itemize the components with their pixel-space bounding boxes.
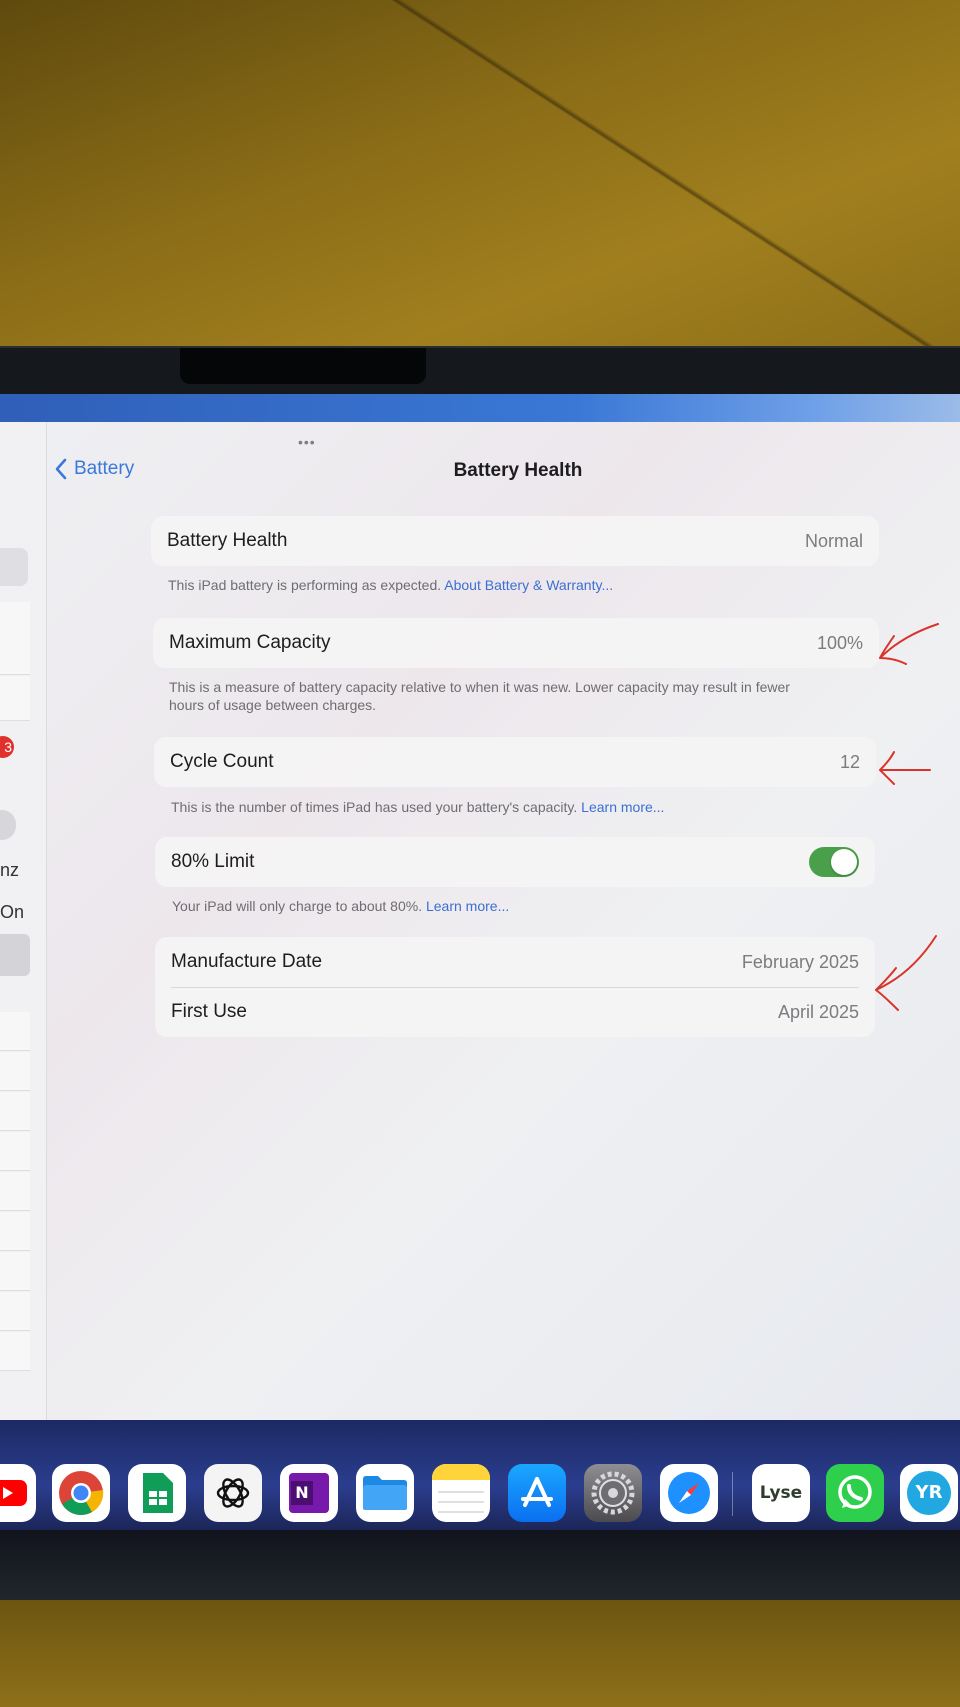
chatgpt-app-icon[interactable] — [204, 1464, 262, 1522]
onenote-icon: N — [289, 1473, 329, 1513]
battery-health-footer: This iPad battery is performing as expec… — [168, 576, 613, 594]
lyse-app-icon[interactable]: Lyse — [752, 1464, 810, 1522]
yr-logo: YR — [907, 1471, 951, 1515]
chatgpt-icon — [216, 1478, 250, 1508]
first-use-row: First Use April 2025 — [155, 987, 875, 1037]
sidebar-item-battery-selected[interactable] — [0, 934, 30, 976]
maximum-capacity-footer: This is a measure of battery capacity re… — [169, 678, 869, 714]
background-cushion-bottom — [0, 1600, 960, 1707]
sidebar-item[interactable] — [0, 1012, 30, 1051]
settings-screen: 3 nz On ••• Battery Battery Health Batte… — [0, 422, 960, 1420]
back-button-label: Battery — [74, 458, 135, 479]
back-button[interactable]: Battery — [54, 458, 134, 480]
whatsapp-app-icon[interactable] — [826, 1464, 884, 1522]
safari-app-icon[interactable] — [660, 1464, 718, 1522]
page-title: Battery Health — [453, 460, 583, 481]
yr-app-icon[interactable]: YR — [900, 1464, 958, 1522]
youtube-icon — [0, 1480, 27, 1506]
manufacture-date-value: February 2025 — [741, 951, 859, 972]
chrome-app-icon[interactable] — [52, 1464, 110, 1522]
sidebar-toggle-fragment[interactable] — [0, 810, 16, 840]
cushion-seam — [0, 0, 960, 350]
maximum-capacity-label: Maximum Capacity — [169, 632, 331, 653]
limit-80-row: 80% Limit — [155, 837, 875, 887]
limit-80-group: 80% Limit — [155, 837, 875, 887]
sidebar-item[interactable] — [0, 1332, 30, 1371]
files-app-icon[interactable] — [356, 1464, 414, 1522]
sidebar-item[interactable] — [0, 1252, 30, 1291]
maximum-capacity-value: 100% — [816, 632, 863, 653]
multitasking-dots[interactable]: ••• — [298, 434, 316, 450]
folder-icon — [363, 1476, 407, 1510]
battery-health-group: Battery Health Normal — [151, 516, 879, 566]
sidebar-search-fragment[interactable] — [0, 548, 28, 586]
cycle-count-footer-text: This is the number of times iPad has use… — [171, 799, 578, 815]
manufacture-date-row: Manufacture Date February 2025 — [155, 937, 875, 987]
sidebar-value-fragment: On — [0, 902, 25, 922]
notes-app-icon[interactable] — [432, 1464, 490, 1522]
maximum-capacity-footer-line: hours of usage between charges. — [169, 697, 377, 713]
about-battery-warranty-link[interactable]: About Battery & Warranty... — [444, 577, 613, 593]
battery-health-label: Battery Health — [167, 530, 288, 551]
cycle-count-row: Cycle Count 12 — [154, 737, 876, 787]
notes-icon — [432, 1464, 490, 1513]
sidebar-item[interactable] — [0, 1292, 30, 1331]
sidebar-item[interactable] — [0, 1172, 30, 1211]
whatsapp-icon — [838, 1475, 872, 1509]
limit-80-label: 80% Limit — [171, 851, 255, 872]
annotation-arrow-cycle — [879, 751, 931, 785]
google-sheets-app-icon[interactable] — [128, 1464, 186, 1522]
limit-80-footer-text: Your iPad will only charge to about 80%. — [172, 898, 423, 914]
dock-divider — [732, 1472, 733, 1516]
dock: N Lyse YR — [0, 1446, 960, 1526]
onenote-app-icon[interactable]: N — [280, 1464, 338, 1522]
annotation-arrow-capacity — [879, 623, 939, 665]
battery-health-value: Normal — [804, 530, 863, 551]
cycle-count-group: Cycle Count 12 — [154, 737, 876, 787]
manufacture-date-label: Manufacture Date — [171, 951, 323, 972]
sidebar-item[interactable] — [0, 1212, 30, 1251]
sidebar-item[interactable] — [0, 602, 30, 675]
limit-80-footer: Your iPad will only charge to about 80%.… — [172, 897, 509, 915]
sidebar-item[interactable] — [0, 1132, 30, 1171]
settings-sidebar-edge: 3 nz On — [0, 422, 47, 1420]
onenote-letter: N — [291, 1481, 313, 1505]
device-bottom-bezel — [0, 1530, 960, 1608]
notification-badge: 3 — [0, 736, 14, 758]
annotation-arrow-dates — [875, 935, 937, 1011]
app-store-app-icon[interactable] — [508, 1464, 566, 1522]
first-use-label: First Use — [171, 1001, 247, 1022]
first-use-value: April 2025 — [777, 1001, 859, 1022]
app-store-icon — [521, 1477, 553, 1507]
battery-dates-group: Manufacture Date February 2025 First Use… — [155, 937, 875, 1037]
youtube-app-icon[interactable] — [0, 1464, 36, 1522]
sidebar-item[interactable] — [0, 676, 30, 721]
sidebar-item[interactable] — [0, 1052, 30, 1091]
lyse-logo: Lyse — [759, 1483, 803, 1503]
cycle-count-value: 12 — [839, 751, 860, 772]
chrome-icon — [59, 1471, 104, 1515]
limit-80-learn-more-link[interactable]: Learn more... — [426, 898, 509, 914]
gear-icon — [591, 1471, 635, 1515]
limit-80-toggle[interactable] — [809, 847, 859, 877]
cycle-count-footer: This is the number of times iPad has use… — [171, 798, 664, 816]
cycle-count-learn-more-link[interactable]: Learn more... — [581, 799, 664, 815]
settings-app-icon[interactable] — [584, 1464, 642, 1522]
battery-health-row: Battery Health Normal — [151, 516, 879, 566]
maximum-capacity-group: Maximum Capacity 100% — [153, 618, 879, 668]
cycle-count-label: Cycle Count — [170, 751, 274, 772]
maximum-capacity-row: Maximum Capacity 100% — [153, 618, 879, 668]
chevron-left-icon — [55, 458, 67, 480]
sidebar-item[interactable] — [0, 1092, 30, 1131]
maximum-capacity-footer-line: This is a measure of battery capacity re… — [169, 679, 790, 695]
sheets-icon — [143, 1473, 173, 1513]
compass-icon — [668, 1472, 710, 1514]
camera-housing — [180, 348, 426, 384]
sidebar-value-fragment: nz — [0, 860, 20, 880]
toggle-knob — [831, 849, 857, 875]
battery-health-footer-text: This iPad battery is performing as expec… — [168, 577, 442, 593]
